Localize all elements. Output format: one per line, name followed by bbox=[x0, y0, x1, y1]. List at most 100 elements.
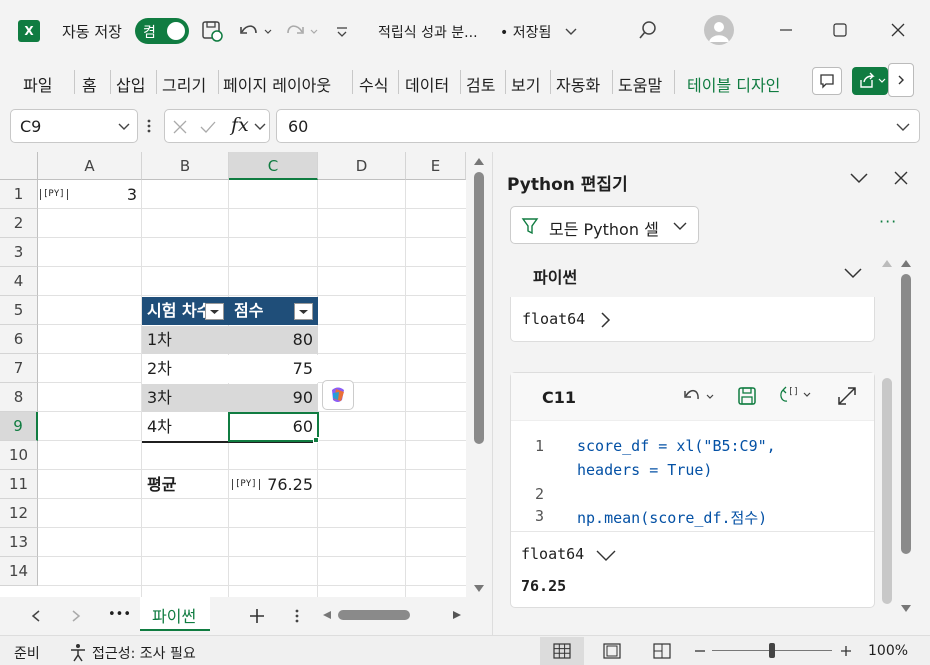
horizontal-scrollbar[interactable] bbox=[318, 606, 468, 624]
scroll-up-icon[interactable] bbox=[473, 156, 485, 166]
tab-8[interactable]: 보기 bbox=[511, 72, 540, 96]
row-header-2[interactable]: 2 bbox=[0, 209, 38, 238]
maximize-icon[interactable] bbox=[832, 22, 848, 38]
cancel-icon[interactable] bbox=[172, 119, 188, 135]
scrollbar-thumb[interactable] bbox=[901, 274, 911, 554]
autosave-toggle[interactable]: 켬 bbox=[135, 18, 189, 44]
chevron-down-icon[interactable] bbox=[564, 24, 578, 38]
row-header-1[interactable]: 1 bbox=[0, 180, 38, 209]
column-header-C[interactable]: C bbox=[229, 152, 318, 180]
tab-3[interactable]: 그리기 bbox=[162, 72, 206, 96]
pane-scrollbar-outer[interactable] bbox=[897, 256, 915, 618]
chevron-down-icon[interactable] bbox=[117, 121, 131, 133]
cell-c11[interactable]: [PY] 76.25 bbox=[229, 470, 318, 499]
scrollbar-thumb[interactable] bbox=[474, 172, 484, 444]
tab-table-design[interactable]: 테이블 디자인 bbox=[687, 72, 780, 96]
row-header-13[interactable]: 13 bbox=[0, 528, 38, 557]
scroll-up-icon[interactable] bbox=[900, 258, 912, 268]
tab-2[interactable]: 삽입 bbox=[116, 72, 145, 96]
normal-view-button[interactable] bbox=[540, 637, 584, 665]
column-header-D[interactable]: D bbox=[318, 152, 406, 180]
tab-10[interactable]: 도움말 bbox=[618, 72, 662, 96]
more-options-button[interactable]: ··· bbox=[879, 212, 897, 231]
ribbon-more-icon[interactable] bbox=[888, 63, 914, 97]
filter-dropdown-button[interactable] bbox=[205, 303, 224, 320]
chevron-right-icon[interactable] bbox=[599, 311, 611, 329]
chevron-right-icon[interactable] bbox=[70, 609, 82, 623]
customize-toolbar-icon[interactable] bbox=[334, 22, 350, 40]
save-icon[interactable] bbox=[200, 19, 224, 43]
column-header-A[interactable]: A bbox=[38, 152, 142, 180]
row-header-7[interactable]: 7 bbox=[0, 354, 38, 383]
scroll-down-icon[interactable] bbox=[473, 584, 485, 594]
chevron-down-icon[interactable] bbox=[253, 121, 267, 133]
avatar[interactable] bbox=[704, 15, 734, 45]
check-icon[interactable] bbox=[199, 119, 217, 135]
status-accessibility[interactable]: 접근성: 조사 필요 bbox=[92, 643, 196, 663]
pane-scrollbar-inner[interactable] bbox=[879, 256, 895, 616]
row-header-5[interactable]: 5 bbox=[0, 296, 38, 325]
tab-9[interactable]: 자동화 bbox=[556, 72, 600, 96]
table-cell-label[interactable]: 1차 bbox=[142, 325, 229, 354]
row-header-12[interactable]: 12 bbox=[0, 499, 38, 528]
column-header-B[interactable]: B bbox=[142, 152, 229, 180]
fx-icon[interactable]: fx bbox=[231, 114, 249, 136]
scrollbar-thumb[interactable] bbox=[882, 378, 892, 604]
tab-5[interactable]: 수식 bbox=[359, 72, 388, 96]
filter-dropdown-button[interactable] bbox=[294, 303, 313, 320]
undo-icon[interactable] bbox=[681, 386, 717, 408]
search-icon[interactable] bbox=[637, 19, 659, 41]
zoom-level[interactable]: 100% bbox=[868, 643, 908, 659]
chevron-down-icon[interactable] bbox=[595, 548, 617, 562]
scroll-down-icon[interactable] bbox=[900, 604, 912, 614]
vertical-dots-icon[interactable] bbox=[146, 118, 152, 134]
copilot-icon[interactable] bbox=[322, 380, 354, 410]
row-header-11[interactable]: 11 bbox=[0, 470, 38, 499]
undo-icon[interactable] bbox=[236, 19, 272, 43]
table-cell-label[interactable]: 4차 bbox=[142, 412, 229, 441]
tab-4[interactable]: 페이지 레이아웃 bbox=[223, 72, 331, 96]
share-button[interactable] bbox=[852, 67, 888, 95]
tab-7[interactable]: 검토 bbox=[466, 72, 495, 96]
vertical-scrollbar[interactable] bbox=[466, 152, 492, 597]
comments-icon[interactable] bbox=[812, 67, 842, 95]
name-box[interactable]: C9 bbox=[10, 109, 138, 143]
row-header-4[interactable]: 4 bbox=[0, 267, 38, 296]
hscroll-thumb[interactable] bbox=[338, 610, 410, 620]
avg-label[interactable]: 평균 bbox=[142, 470, 229, 499]
redo-icon[interactable] bbox=[284, 19, 320, 43]
scroll-up-icon[interactable] bbox=[881, 258, 893, 268]
row-header-3[interactable]: 3 bbox=[0, 238, 38, 267]
zoom-out-icon[interactable] bbox=[694, 645, 706, 657]
save-status[interactable]: • 저장됨 bbox=[500, 22, 551, 42]
row-header-6[interactable]: 6 bbox=[0, 325, 38, 354]
fill-handle[interactable] bbox=[313, 437, 319, 443]
close-icon[interactable] bbox=[893, 170, 909, 186]
select-all-corner[interactable] bbox=[0, 152, 38, 180]
chevron-down-icon[interactable] bbox=[849, 171, 869, 185]
row-header-10[interactable]: 10 bbox=[0, 441, 38, 470]
column-header-E[interactable]: E bbox=[406, 152, 466, 180]
sheet-tab-active[interactable]: 파이썬 bbox=[140, 597, 210, 631]
table-cell-score[interactable]: 80 bbox=[229, 325, 318, 354]
minimize-icon[interactable] bbox=[778, 22, 794, 38]
page-break-icon[interactable] bbox=[653, 643, 671, 659]
scroll-right-icon[interactable] bbox=[452, 610, 462, 620]
formula-input[interactable]: 60 bbox=[276, 109, 920, 143]
worksheet-grid[interactable]: A B C D E 1 2 3 4 5 6 7 8 9 10 11 12 13 14 [PY] 3 시험 차수 점수 1차 80… bbox=[0, 152, 466, 597]
float-card[interactable]: float64 bbox=[510, 297, 875, 342]
scroll-left-icon[interactable] bbox=[322, 610, 332, 620]
table-cell-label[interactable]: 2차 bbox=[142, 354, 229, 383]
section-header[interactable]: 파이썬 bbox=[533, 264, 577, 288]
close-icon[interactable] bbox=[890, 22, 906, 38]
vertical-dots-icon[interactable] bbox=[294, 608, 300, 624]
accessibility-icon[interactable] bbox=[68, 642, 88, 662]
chevron-down-icon[interactable] bbox=[843, 266, 863, 280]
row-header-9[interactable]: 9 bbox=[0, 412, 38, 441]
chevron-left-icon[interactable] bbox=[30, 609, 42, 623]
zoom-slider-thumb[interactable] bbox=[769, 643, 775, 658]
tab-6[interactable]: 데이터 bbox=[405, 72, 449, 96]
zoom-in-icon[interactable] bbox=[840, 645, 852, 657]
expand-icon[interactable] bbox=[836, 385, 858, 407]
add-sheet-icon[interactable] bbox=[248, 607, 266, 625]
